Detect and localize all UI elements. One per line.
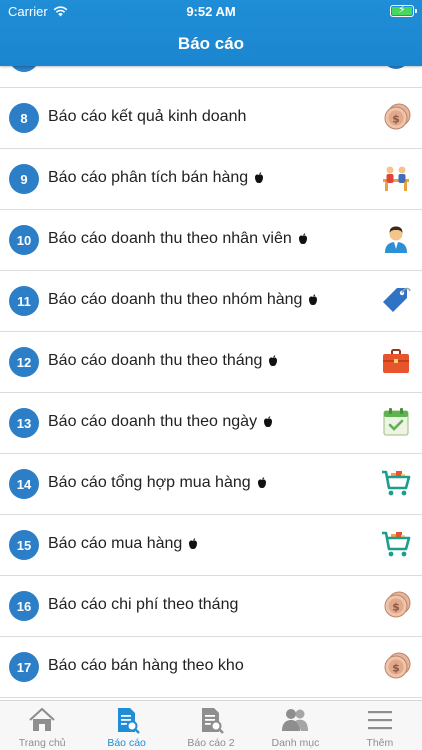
item-label: Báo cáo doanh thu theo tháng xyxy=(48,352,263,369)
item-number-badge: 8 xyxy=(9,103,39,133)
calendar-check-icon xyxy=(383,408,409,436)
item-number-badge: 13 xyxy=(9,408,39,438)
item-number-badge: 10 xyxy=(9,225,39,255)
page-title: Báo cáo xyxy=(177,34,245,53)
coins-icon: $ xyxy=(384,591,411,618)
apple-icon xyxy=(298,233,307,245)
item-number-badge: 16 xyxy=(9,591,39,621)
item-number-badge: 15 xyxy=(9,530,39,560)
app-header: Carrier 9:52 AM ⚡ Báo cáo xyxy=(0,0,422,66)
item-label: Báo cáo tổng hợp mua hàng xyxy=(48,474,251,491)
tab-label: Trang chủ xyxy=(18,737,66,749)
svg-text:$: $ xyxy=(392,662,400,675)
home-icon xyxy=(29,707,55,731)
item-label: Báo cáo doanh thu theo ngày xyxy=(48,413,258,430)
item-number-badge: 12 xyxy=(9,347,39,377)
list-item[interactable]: 14 Báo cáo tổng hợp mua hàng xyxy=(0,454,422,515)
list-item[interactable]: 10 Báo cáo doanh thu theo nhân viên xyxy=(0,210,422,271)
item-label: Báo cáo bán hàng theo kho xyxy=(48,657,244,674)
item-number-badge: 14 xyxy=(9,469,39,499)
tab-reports[interactable]: Báo cáo xyxy=(84,701,168,750)
tab-label: Danh mục xyxy=(271,737,320,749)
report-list: 7 8 Báo cáo kết quả kinh doanh $ 9 Báo c… xyxy=(0,42,422,698)
item-label: Báo cáo kết quả kinh doanh xyxy=(48,108,247,125)
employee-icon xyxy=(385,226,407,253)
menu-icon xyxy=(367,711,392,730)
list-item[interactable]: 8 Báo cáo kết quả kinh doanh $ xyxy=(0,88,422,149)
item-label: Báo cáo doanh thu theo nhân viên xyxy=(48,230,292,247)
list-item[interactable]: 12 Báo cáo doanh thu theo tháng xyxy=(0,332,422,393)
tab-label: Thêm xyxy=(366,737,394,749)
shopping-cart-icon xyxy=(382,470,411,496)
apple-icon xyxy=(255,172,264,184)
coins-icon: $ xyxy=(384,652,411,679)
item-label: Báo cáo mua hàng xyxy=(48,535,183,552)
tab-bar: Trang chủ Báo cáo Báo cáo 2 Danh mục Thê… xyxy=(0,700,422,750)
apple-icon xyxy=(189,538,198,550)
svg-text:$: $ xyxy=(392,113,400,126)
tab-label: Báo cáo xyxy=(107,737,146,749)
list-item[interactable]: 16 Báo cáo chi phí theo tháng $ xyxy=(0,576,422,637)
coins-icon: $ xyxy=(384,103,411,130)
item-label: Báo cáo phân tích bán hàng xyxy=(48,169,249,186)
item-label: Báo cáo chi phí theo tháng xyxy=(48,596,239,613)
status-bar: Carrier 9:52 AM ⚡ xyxy=(0,0,422,22)
tab-more[interactable]: Thêm xyxy=(338,701,422,750)
sales-people-icon xyxy=(383,166,409,191)
list-item[interactable]: 9 Báo cáo phân tích bán hàng xyxy=(0,149,422,210)
users-icon xyxy=(282,709,309,731)
apple-icon xyxy=(309,294,318,306)
report-search-icon xyxy=(117,708,140,734)
item-number-badge: 17 xyxy=(9,652,39,682)
item-number-badge: 11 xyxy=(9,286,39,316)
tab-catalog[interactable]: Danh mục xyxy=(253,701,337,750)
list-item[interactable]: 11 Báo cáo doanh thu theo nhóm hàng xyxy=(0,271,422,332)
briefcase-icon xyxy=(383,349,409,373)
apple-icon xyxy=(257,477,266,489)
shopping-cart-icon xyxy=(382,531,411,557)
tab-home[interactable]: Trang chủ xyxy=(0,701,84,750)
svg-text:$: $ xyxy=(392,601,400,614)
item-number-badge: 9 xyxy=(9,164,39,194)
apple-icon xyxy=(264,416,273,428)
status-time: 9:52 AM xyxy=(186,4,236,19)
battery-icon: ⚡ xyxy=(390,4,417,17)
tab-reports-2[interactable]: Báo cáo 2 xyxy=(169,701,253,750)
report-search-icon xyxy=(202,708,224,734)
list-item[interactable]: 17 Báo cáo bán hàng theo kho $ xyxy=(0,637,422,698)
item-label: Báo cáo doanh thu theo nhóm hàng xyxy=(48,291,303,308)
price-tag-icon xyxy=(383,287,411,312)
apple-icon xyxy=(269,355,278,367)
list-item[interactable]: 13 Báo cáo doanh thu theo ngày xyxy=(0,393,422,454)
tab-label: Báo cáo 2 xyxy=(187,737,235,749)
list-item[interactable]: 15 Báo cáo mua hàng xyxy=(0,515,422,576)
